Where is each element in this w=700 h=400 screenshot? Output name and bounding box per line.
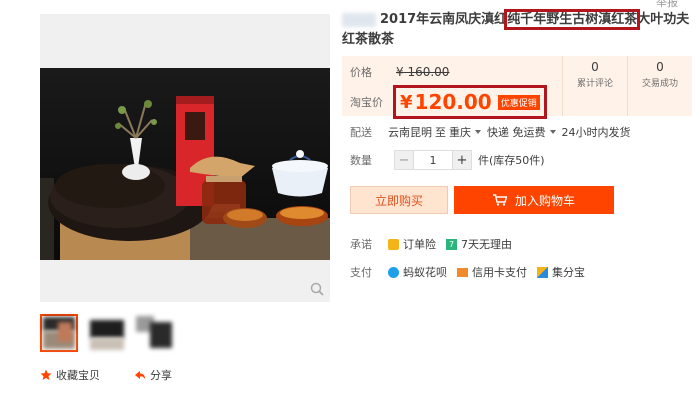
sales-stat[interactable]: 0 交易成功 xyxy=(627,56,692,116)
star-icon xyxy=(40,369,52,380)
add-to-cart-button[interactable]: 加入购物车 xyxy=(454,186,614,214)
seven-day-label: 7天无理由 xyxy=(461,238,512,251)
seven-day-icon: 7 xyxy=(446,238,457,250)
credit-card-label: 信用卡支付 xyxy=(472,266,527,279)
quantity-minus-button[interactable]: − xyxy=(394,150,414,170)
jifenbao-label: 集分宝 xyxy=(552,266,585,279)
seven-day-return[interactable]: 7 7天无理由 xyxy=(446,236,512,252)
tea-photo-illustration xyxy=(40,68,330,260)
reviews-stat[interactable]: 0 累计评论 xyxy=(562,56,627,116)
credit-card-method[interactable]: 信用卡支付 xyxy=(457,264,527,280)
stock-info: 件(库存50件) xyxy=(478,154,545,167)
share-action[interactable]: 分享 xyxy=(134,367,172,383)
cart-icon xyxy=(492,194,507,206)
jifenbao-icon xyxy=(537,266,548,278)
share-icon xyxy=(135,371,145,379)
credit-card-icon xyxy=(457,267,468,277)
gallery: 收藏宝贝 分享 xyxy=(0,0,342,400)
promo-price-box: ¥ 120.00 优惠促销 xyxy=(393,85,547,119)
share-label: 分享 xyxy=(150,369,172,382)
promo-label: 淘宝价 xyxy=(350,96,383,109)
sales-count: 0 xyxy=(656,60,664,74)
sales-label: 交易成功 xyxy=(641,79,678,89)
huabei-label: 蚂蚁花呗 xyxy=(403,266,447,279)
add-to-cart-label: 加入购物车 xyxy=(514,193,575,208)
promise-row: 承诺 订单险 7 7天无理由 xyxy=(350,236,522,252)
huabei-method[interactable]: 蚂蚁花呗 xyxy=(388,264,447,280)
original-price-row: 价格 ¥ 160.00 xyxy=(350,64,449,80)
ship-time: 24小时内发货 xyxy=(561,126,631,139)
ship-from: 云南昆明 xyxy=(388,126,432,139)
report-link[interactable]: 举报 xyxy=(656,0,678,10)
quantity-input[interactable] xyxy=(414,150,452,170)
method-chevron-down-icon[interactable] xyxy=(549,130,556,134)
buy-now-button[interactable]: 立即购买 xyxy=(350,186,448,214)
original-price: ¥ 160.00 xyxy=(396,65,450,79)
price-label: 价格 xyxy=(350,66,372,79)
insurance-label: 订单险 xyxy=(403,238,436,251)
quantity-plus-button[interactable]: + xyxy=(452,150,472,170)
quantity-row: 数量 − + 件(库存50件) xyxy=(350,150,545,170)
order-insurance[interactable]: 订单险 xyxy=(388,236,436,252)
main-product-image[interactable] xyxy=(40,14,330,302)
thumbnail-2[interactable] xyxy=(88,314,126,352)
promise-label: 承诺 xyxy=(350,238,372,251)
quantity-stepper: − + xyxy=(394,150,472,170)
product-info: 举报 2017年云南凤庆滇红纯千年野生古树滇红茶大叶功夫红茶散茶 价格 ¥ 16… xyxy=(342,0,700,400)
payment-row: 支付 蚂蚁花呗 信用卡支付 集分宝 xyxy=(350,264,595,280)
stats: 0 累计评论 0 交易成功 xyxy=(562,56,692,116)
title-highlight: 纯千年野生古树滇红茶 xyxy=(504,9,641,30)
thumbnail-3[interactable] xyxy=(136,314,174,352)
favorite-action[interactable]: 收藏宝贝 xyxy=(40,367,100,383)
favorite-label: 收藏宝贝 xyxy=(56,369,100,382)
action-row: 收藏宝贝 分享 xyxy=(40,368,206,382)
title-part-1: 2017年云南凤庆滇红 xyxy=(380,12,508,27)
price-panel: 价格 ¥ 160.00 淘宝价 ¥ 120.00 优惠促销 0 累计评论 0 交… xyxy=(342,56,692,119)
product-photo xyxy=(40,68,330,260)
promo-badge: 优惠促销 xyxy=(497,94,540,110)
jifenbao-method[interactable]: 集分宝 xyxy=(537,264,585,280)
product-title: 2017年云南凤庆滇红纯千年野生古树滇红茶大叶功夫红茶散茶 xyxy=(342,9,692,50)
promo-price-row: 淘宝价 ¥ 120.00 优惠促销 xyxy=(350,85,547,119)
currency-symbol: ¥ xyxy=(400,91,413,113)
reviews-label: 累计评论 xyxy=(576,79,613,89)
promo-price: 120.00 xyxy=(414,90,492,114)
thumbnail-1[interactable] xyxy=(40,314,78,352)
ship-to-word: 至 xyxy=(435,126,446,139)
destination-chevron-down-icon[interactable] xyxy=(475,130,481,134)
quantity-label: 数量 xyxy=(350,154,372,167)
insurance-icon xyxy=(388,238,399,250)
payment-label: 支付 xyxy=(350,266,372,279)
reviews-count: 0 xyxy=(591,60,599,74)
huabei-icon xyxy=(388,266,399,278)
shipping-label: 配送 xyxy=(350,126,372,139)
shipping-row: 配送 云南昆明 至 重庆 快递 免运费 24小时内发货 xyxy=(350,124,631,140)
ship-destination[interactable]: 重庆 xyxy=(449,124,471,140)
zoom-icon[interactable] xyxy=(310,282,324,296)
title-redacted xyxy=(342,12,376,27)
ship-method[interactable]: 快递 免运费 xyxy=(487,124,546,140)
